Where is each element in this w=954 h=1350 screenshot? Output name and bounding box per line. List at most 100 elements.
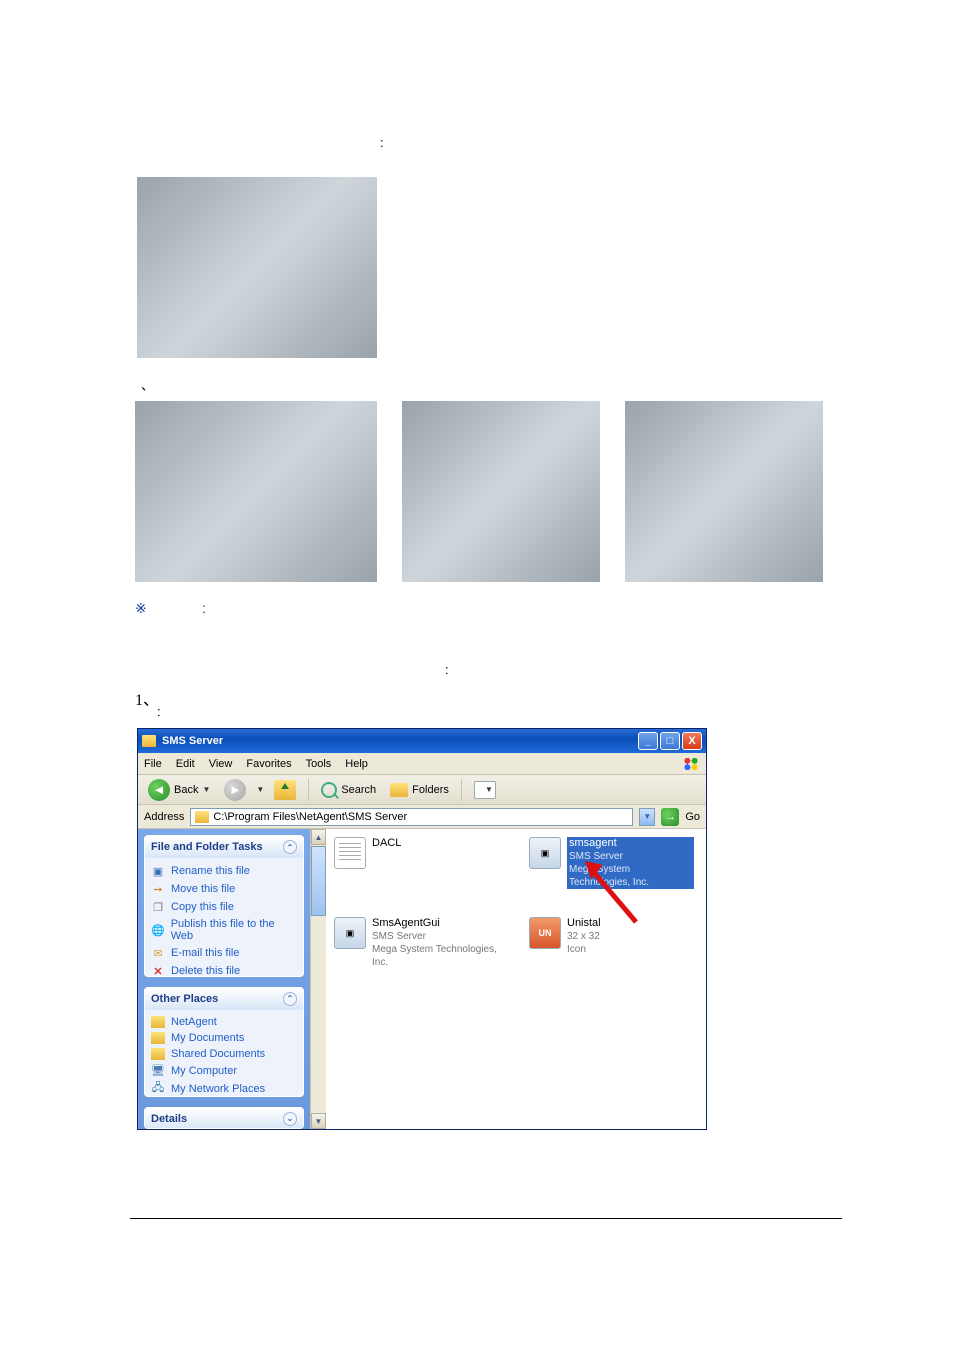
views-button[interactable]: ▼ <box>470 779 500 801</box>
up-button[interactable] <box>270 778 300 802</box>
back-button[interactable]: ◄ Back ▼ <box>144 777 214 803</box>
place-shared[interactable]: Shared Documents <box>151 1046 297 1062</box>
address-path: C:\Program Files\NetAgent\SMS Server <box>213 811 407 823</box>
back-icon: ◄ <box>148 779 170 801</box>
close-button[interactable]: X <box>682 732 702 750</box>
photo-pc-power <box>625 401 823 582</box>
file-smsagentgui[interactable]: ▣ SmsAgentGui SMS Server Mega System Tec… <box>334 917 499 969</box>
file-name: DACL <box>372 837 401 850</box>
other-places-panel: Other Places ⌃ NetAgent My Documents Sha… <box>144 987 304 1097</box>
go-button[interactable]: → <box>661 808 679 826</box>
file-name: smsagent <box>569 837 692 850</box>
mail-icon: ✉ <box>151 946 165 960</box>
side-scrollbar[interactable]: ▲ ▼ <box>310 829 326 1129</box>
publish-icon: 🌐 <box>151 923 165 937</box>
menu-tools[interactable]: Tools <box>306 758 332 770</box>
menu-favorites[interactable]: Favorites <box>246 758 291 770</box>
back-label: Back <box>174 784 198 796</box>
copy-icon: ❐ <box>151 900 165 914</box>
place-label: My Documents <box>171 1032 244 1044</box>
file-type: Icon <box>567 943 601 956</box>
task-delete[interactable]: ✕ Delete this file <box>151 962 297 977</box>
file-dacl[interactable]: DACL <box>334 837 499 889</box>
colon-4: : <box>157 704 161 719</box>
maximize-button[interactable]: □ <box>660 732 680 750</box>
menu-file[interactable]: File <box>144 758 162 770</box>
separator <box>308 779 309 801</box>
search-button[interactable]: Search <box>317 780 380 800</box>
folders-button[interactable]: Folders <box>386 781 453 799</box>
menu-edit[interactable]: Edit <box>176 758 195 770</box>
document-icon <box>334 837 366 869</box>
separator <box>461 779 462 801</box>
up-icon <box>274 780 296 800</box>
details-panel: Details ⌄ <box>144 1107 304 1129</box>
task-label: E-mail this file <box>171 947 239 959</box>
app-icon: ▣ <box>334 917 366 949</box>
forward-dropdown-icon[interactable]: ▼ <box>256 785 264 794</box>
scroll-down-icon[interactable]: ▼ <box>311 1113 326 1129</box>
address-dropdown-icon[interactable]: ▾ <box>639 808 655 826</box>
place-label: My Network Places <box>171 1083 265 1095</box>
file-name: SmsAgentGui <box>372 917 499 930</box>
scroll-thumb[interactable] <box>311 846 326 916</box>
task-label: Rename this file <box>171 865 250 877</box>
move-icon: ➙ <box>151 882 165 896</box>
place-label: My Computer <box>171 1065 237 1077</box>
forward-button[interactable]: ► <box>220 777 250 803</box>
search-icon <box>321 782 337 798</box>
task-copy[interactable]: ❐ Copy this file <box>151 898 297 916</box>
file-company: Mega System Technologies, Inc. <box>372 943 499 969</box>
scroll-up-icon[interactable]: ▲ <box>311 829 326 845</box>
task-label: Copy this file <box>171 901 234 913</box>
menu-help[interactable]: Help <box>345 758 368 770</box>
task-label: Publish this file to the Web <box>171 918 297 942</box>
search-label: Search <box>341 784 376 796</box>
menubar: File Edit View Favorites Tools Help <box>138 753 706 775</box>
address-bar: Address C:\Program Files\NetAgent\SMS Se… <box>138 805 706 829</box>
task-label: Move this file <box>171 883 235 895</box>
folder-icon <box>151 1048 165 1060</box>
collapse-icon[interactable]: ⌃ <box>283 840 297 854</box>
expand-icon[interactable]: ⌄ <box>283 1112 297 1126</box>
place-mycomputer[interactable]: 🖥 My Computer <box>151 1062 297 1080</box>
caret-sep: 、 <box>141 378 154 393</box>
folder-icon <box>151 1032 165 1044</box>
rename-icon: ▣ <box>151 864 165 878</box>
address-label: Address <box>144 811 184 823</box>
reference-symbol: ※ <box>135 600 147 616</box>
task-move[interactable]: ➙ Move this file <box>151 880 297 898</box>
places-title: Other Places <box>151 993 218 1005</box>
collapse-icon[interactable]: ⌃ <box>283 992 297 1006</box>
folder-icon <box>151 1016 165 1028</box>
side-panel: File and Folder Tasks ⌃ ▣Rename this fil… <box>138 829 310 1129</box>
windows-flag-icon <box>682 756 700 772</box>
window-title: SMS Server <box>162 735 638 747</box>
red-arrow-annotation <box>581 857 641 927</box>
photo-modem-cable <box>135 401 377 582</box>
task-email[interactable]: ✉ E-mail this file <box>151 944 297 962</box>
delete-icon: ✕ <box>151 964 165 977</box>
back-dropdown-icon[interactable]: ▼ <box>202 785 210 794</box>
place-label: NetAgent <box>171 1016 217 1028</box>
place-network[interactable]: 🖧My Network Places <box>151 1080 297 1097</box>
place-mydocs[interactable]: My Documents <box>151 1030 297 1046</box>
photo-sim-insert <box>137 177 377 358</box>
footer-rule <box>130 1218 842 1219</box>
place-label: Shared Documents <box>171 1048 265 1060</box>
toolbar: ◄ Back ▼ ► ▼ Search Folders ▼ <box>138 775 706 805</box>
task-rename[interactable]: ▣ Rename this file <box>151 862 297 880</box>
computer-icon: 🖥 <box>151 1064 165 1078</box>
place-netagent[interactable]: NetAgent <box>151 1014 297 1030</box>
app-icon: ▣ <box>529 837 561 869</box>
photo-pc-back-plug <box>402 401 600 582</box>
folders-icon <box>390 783 408 797</box>
colon-blue: : <box>202 600 206 616</box>
minimize-button[interactable]: _ <box>638 732 658 750</box>
menu-view[interactable]: View <box>209 758 233 770</box>
explorer-window: SMS Server _ □ X File Edit View Favorite… <box>137 728 707 1130</box>
address-input[interactable]: C:\Program Files\NetAgent\SMS Server <box>190 808 633 826</box>
task-label: Delete this file <box>171 965 240 977</box>
task-publish[interactable]: 🌐 Publish this file to the Web <box>151 916 297 944</box>
folders-label: Folders <box>412 784 449 796</box>
